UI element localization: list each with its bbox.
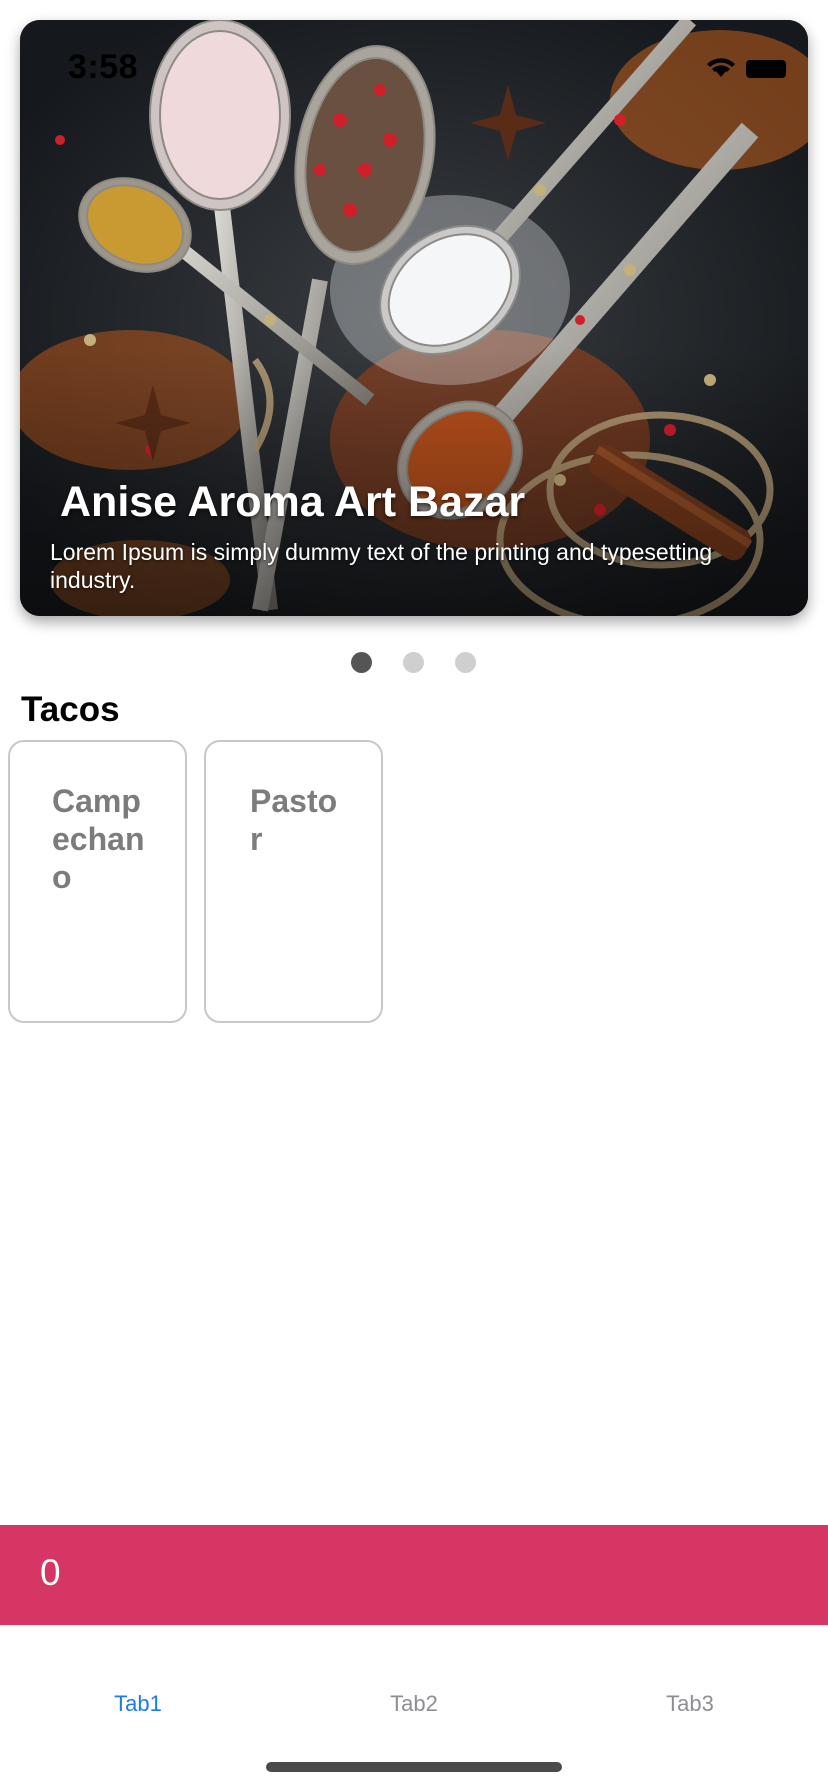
- slide-title: Anise Aroma Art Bazar: [60, 478, 526, 526]
- home-indicator[interactable]: [266, 1762, 562, 1772]
- counter-bar: 0: [0, 1525, 828, 1625]
- card-label: Campechano: [52, 783, 145, 895]
- status-time: 3:58: [68, 48, 139, 86]
- page-dot-2[interactable]: [403, 652, 424, 673]
- slide-description: Lorem Ipsum is simply dummy text of the …: [50, 539, 713, 593]
- menu-card-pastor[interactable]: Pastor: [204, 740, 383, 1023]
- section-title: Tacos: [21, 690, 120, 729]
- page-dot-1[interactable]: [351, 652, 372, 673]
- tab-1[interactable]: Tab1: [0, 1691, 276, 1717]
- page-dot-3[interactable]: [455, 652, 476, 673]
- page-indicator: [0, 652, 828, 674]
- menu-card-campechano[interactable]: Campechano: [8, 740, 187, 1023]
- counter-value: 0: [40, 1552, 61, 1593]
- tab-3[interactable]: Tab3: [552, 1691, 828, 1717]
- battery-icon: [746, 60, 786, 78]
- carousel-slide[interactable]: 3:58 Anise Aroma Art Bazar Lorem Ipsum i…: [20, 20, 808, 616]
- wifi-icon: [707, 58, 735, 77]
- tab-2[interactable]: Tab2: [276, 1691, 552, 1717]
- card-label: Pastor: [250, 783, 338, 857]
- screen: 3:58 Anise Aroma Art Bazar Lorem Ipsum i…: [0, 0, 828, 1792]
